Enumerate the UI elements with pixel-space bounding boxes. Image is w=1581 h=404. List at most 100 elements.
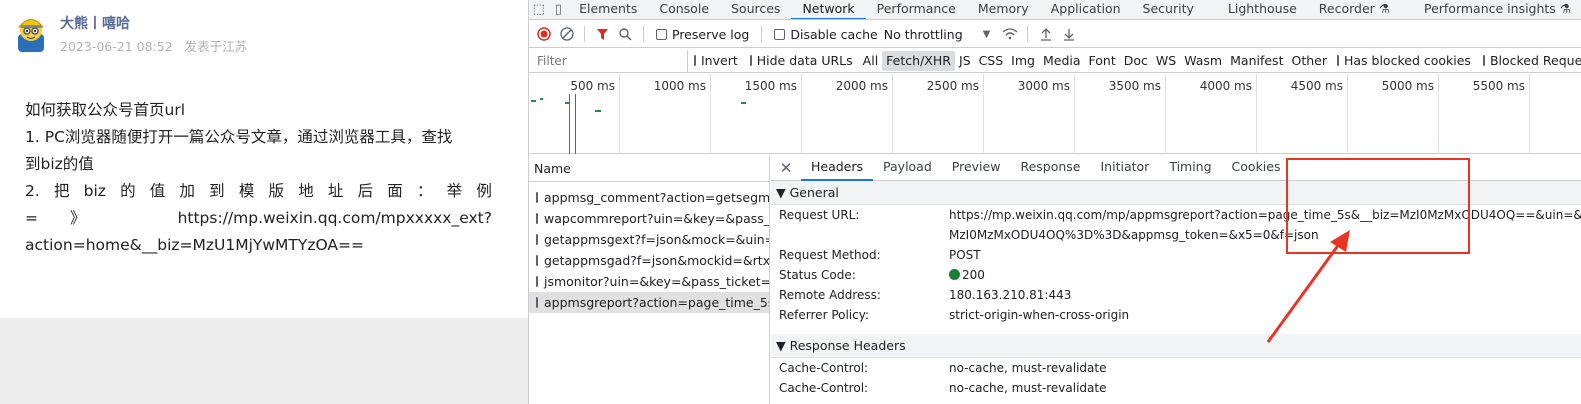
filter-type-css[interactable]: CSS [975,51,1008,71]
tab-application[interactable]: Application [1040,0,1132,19]
word: 》 [70,209,86,227]
filter-type-fetch-xhr[interactable]: Fetch/XHR [882,50,955,71]
search-icon[interactable] [614,24,637,44]
network-conditions-icon[interactable] [998,24,1021,44]
hide-data-urls-checkbox[interactable] [749,55,752,66]
name-column-header[interactable]: Name [529,155,769,182]
referrer-policy-row: Referrer Policy: strict-origin-when-cros… [771,305,1581,325]
tab-headers[interactable]: Headers [801,155,874,181]
request-name: appmsg_comment?action=getsegmen... [544,190,769,205]
tick-label: 4000 ms [1199,79,1252,93]
tick-label: 5500 ms [1472,79,1525,93]
has-blocked-cookies-checkbox[interactable] [1336,55,1339,66]
close-icon[interactable]: ✕ [771,159,801,177]
word: 到 [209,182,225,200]
request-row[interactable]: getappmsgext?f=json&mock=&uin=... [529,229,769,250]
filter-type-doc[interactable]: Doc [1120,51,1152,71]
article-body: 如何获取公众号首页url 1. PC浏览器随便打开一篇公众号文章，通过浏览器工具… [25,97,492,259]
referrer-policy-key: Referrer Policy: [779,308,869,322]
upload-icon[interactable] [1034,24,1057,44]
tab-initiator[interactable]: Initiator [1091,155,1160,181]
download-icon[interactable] [1057,24,1080,44]
has-blocked-cookies-label: Has blocked cookies [1343,53,1471,68]
tick-label: 2500 ms [926,79,979,93]
request-row[interactable]: appmsg_comment?action=getsegmen... [529,187,769,208]
status-code-row: Status Code: 200 [771,265,1581,285]
chevron-down-icon[interactable]: ▼ [983,29,991,40]
request-row[interactable]: jsmonitor?uin=&key=&pass_ticket=&... [529,271,769,292]
request-name: wapcommreport?uin=&key=&pass_ti... [544,211,769,226]
throttling-select[interactable]: No throttling [884,27,963,42]
invert-checkbox[interactable] [694,55,696,66]
post-date: 2023-06-21 08:52 [60,39,173,54]
status-code-value: 200 [949,268,985,282]
filter-type-wasm[interactable]: Wasm [1180,51,1226,71]
request-row[interactable]: getappmsgad?f=json&mockid=&rtx=... [529,250,769,271]
word: ： [416,182,433,200]
word: 地 [298,182,314,200]
request-row-selected[interactable]: appmsgreport?action=page_time_5s&... [529,292,769,313]
tab-sources[interactable]: Sources [720,0,791,19]
tab-console[interactable]: Console [648,0,720,19]
word: 的 [120,182,136,200]
timeline-tick: 2000 ms [802,74,893,154]
filter-type-img[interactable]: Img [1007,51,1039,71]
filter-type-font[interactable]: Font [1085,51,1120,71]
devtools-tabbar: ⬚ ▯ Elements Console Sources Network Per… [529,0,1581,20]
avatar[interactable] [12,12,50,52]
preserve-log-checkbox[interactable] [656,28,667,40]
timeline-bar [595,110,601,112]
tab-response[interactable]: Response [1010,155,1090,181]
tick-label: 5000 ms [1381,79,1434,93]
timeline-tick: 3500 ms [1075,74,1166,154]
tab-memory[interactable]: Memory [967,0,1040,19]
filter-icon[interactable] [591,24,614,44]
article-line: 1. PC浏览器随便打开一篇公众号文章，通过浏览器工具，查找 [25,128,453,146]
tab-elements[interactable]: Elements [568,0,648,19]
timeline-tick: 3000 ms [984,74,1075,154]
response-headers-section-header[interactable]: ▼ Response Headers [771,334,1581,358]
filter-type-other[interactable]: Other [1287,51,1331,71]
tab-timing[interactable]: Timing [1159,155,1221,181]
tab-performance[interactable]: Performance [866,0,967,19]
request-method-value: POST [949,248,981,262]
tab-security[interactable]: Security [1132,0,1205,19]
network-timeline[interactable]: 500 ms 1000 ms 1500 ms 2000 ms 2500 ms 3… [529,74,1581,154]
inspect-element-icon[interactable]: ⬚ [529,0,549,19]
record-icon[interactable] [532,24,555,44]
tab-lighthouse[interactable]: Lighthouse [1217,0,1308,19]
tab-network[interactable]: Network [791,0,866,19]
clear-icon[interactable] [555,24,578,44]
divider [584,26,585,42]
filter-type-js[interactable]: JS [955,51,975,71]
row-icon [536,255,538,266]
blocked-requests-checkbox[interactable] [1482,55,1485,66]
tab-preview[interactable]: Preview [942,155,1011,181]
filter-type-ws[interactable]: WS [1152,51,1180,71]
disable-cache-checkbox[interactable] [774,28,786,40]
article-line: 2. 把 biz 的 值 加 到 模 版 地 址 后 面 ： 举 例 [25,178,492,205]
filter-type-manifest[interactable]: Manifest [1226,51,1287,71]
timeline-bar [540,98,543,100]
article-line: 如何获取公众号首页url [25,101,186,119]
row-icon [536,234,538,245]
request-name: getappmsgad?f=json&mockid=&rtx=... [544,253,769,268]
cache-control-row: Cache-Control: no-cache, must-revalidate [771,378,1581,398]
tab-payload[interactable]: Payload [873,155,942,181]
tab-recorder[interactable]: Recorder ⚗ [1308,0,1401,19]
cache-control-value: no-cache, must-revalidate [949,361,1107,375]
filter-type-all[interactable]: All [859,51,883,71]
article-panel: 大熊丨嘻哈 2023-06-21 08:52 发表于江苏 如何获取公众号首页ur… [0,0,528,404]
author-name[interactable]: 大熊丨嘻哈 [60,13,130,33]
word: 值 [149,182,166,200]
tab-cookies[interactable]: Cookies [1222,155,1291,181]
request-row[interactable]: wapcommreport?uin=&key=&pass_ti... [529,208,769,229]
filter-input[interactable] [533,49,688,72]
remote-address-row: Remote Address: 180.163.210.81:443 [771,285,1581,305]
filter-type-media[interactable]: Media [1039,51,1085,71]
tick-label: 3500 ms [1108,79,1161,93]
device-toolbar-icon[interactable]: ▯ [549,0,569,19]
remote-address-key: Remote Address: [779,288,881,302]
word: 加 [179,182,195,200]
tab-performance-insights[interactable]: Performance insights ⚗ [1413,0,1581,19]
